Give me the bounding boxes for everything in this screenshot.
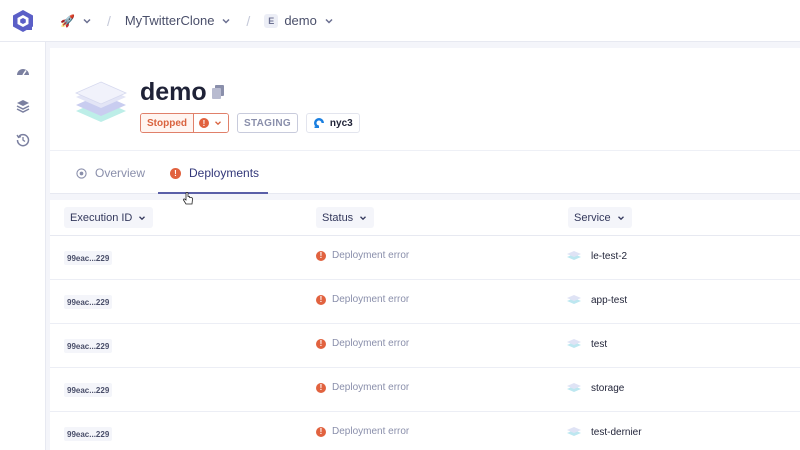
chevron-down-icon — [83, 18, 91, 24]
service-name: storage — [591, 382, 625, 394]
hand-cursor-icon — [183, 192, 193, 205]
table-header: Execution ID Status Service — [50, 200, 800, 236]
service-name: app-test — [591, 294, 628, 306]
table-row[interactable]: 99eac...229 ! Deployment error test — [50, 324, 800, 368]
error-icon: ! — [316, 426, 326, 437]
table-row[interactable]: 99eac...229 ! Deployment error le-test-2 — [50, 236, 800, 280]
table-row[interactable]: 99eac...229 ! Deployment error test-dern… — [50, 412, 800, 450]
chevron-down-icon — [617, 215, 624, 220]
environment-selector[interactable]: E demo — [264, 13, 335, 28]
status-cell: ! Deployment error — [316, 294, 409, 305]
service-name: test-dernier — [591, 426, 642, 438]
region-label: nyc3 — [329, 117, 353, 129]
service-cell[interactable]: le-test-2 — [566, 250, 627, 262]
main-content: demo Stopped ! STAGING nyc3 Overview ! D… — [46, 42, 800, 450]
service-cell[interactable]: app-test — [566, 294, 627, 306]
region-badge: nyc3 — [305, 113, 360, 133]
error-icon: ! — [316, 382, 326, 393]
service-icon — [567, 383, 581, 392]
env-name: demo — [284, 13, 317, 28]
error-icon: ! — [316, 294, 326, 305]
project-name: MyTwitterClone — [124, 13, 215, 28]
service-icon — [567, 295, 581, 304]
breadcrumb-separator: / — [106, 12, 111, 29]
service-icon — [567, 251, 581, 260]
tab-label: Deployments — [189, 166, 260, 180]
service-icon — [567, 339, 581, 348]
chevron-down-icon — [360, 215, 367, 220]
gauge-icon[interactable] — [15, 64, 31, 80]
status-badge: Stopped ! — [140, 113, 229, 133]
status-text: Deployment error — [332, 426, 410, 437]
execution-id[interactable]: 99eac...229 — [64, 251, 113, 265]
status-cell: ! Deployment error — [316, 382, 409, 393]
digitalocean-icon — [313, 118, 324, 128]
error-icon: ! — [316, 250, 326, 261]
error-icon: ! — [170, 167, 181, 179]
environment-stack-icon — [75, 81, 127, 122]
execution-id[interactable]: 99eac...229 — [64, 383, 113, 397]
chevron-down-icon — [215, 121, 221, 126]
status-text: Deployment error — [332, 250, 410, 261]
service-icon — [567, 427, 581, 436]
active-tab-indicator — [158, 192, 268, 194]
chevron-down-icon — [222, 18, 230, 24]
environment-header: demo Stopped ! STAGING nyc3 — [50, 48, 800, 150]
copy-icon[interactable] — [210, 84, 226, 100]
service-cell[interactable]: storage — [566, 382, 624, 394]
column-header-execution-id[interactable]: Execution ID — [64, 207, 154, 228]
status-dropdown[interactable]: ! — [194, 114, 228, 132]
column-header-status[interactable]: Status — [316, 207, 375, 228]
service-cell[interactable]: test — [566, 338, 607, 350]
mode-badge: STAGING — [237, 113, 298, 133]
status-text: Deployment error — [332, 338, 410, 349]
table-row[interactable]: 99eac...229 ! Deployment error app-test — [50, 280, 800, 324]
environment-title: demo — [140, 78, 207, 106]
tab-deployments[interactable]: ! Deployments — [170, 151, 259, 195]
sidebar — [0, 42, 46, 450]
org-selector[interactable]: 🚀 — [60, 14, 93, 28]
breadcrumb-separator: / — [246, 12, 251, 29]
table-row[interactable]: 99eac...229 ! Deployment error storage — [50, 368, 800, 412]
deployments-table: Execution ID Status Service 99eac...229 … — [50, 200, 800, 450]
environment-badges: Stopped ! STAGING nyc3 — [140, 113, 360, 133]
service-name: test — [591, 338, 608, 350]
logo-icon — [13, 9, 33, 32]
chevron-down-icon — [325, 18, 333, 24]
tab-label: Overview — [95, 166, 146, 180]
column-label: Execution ID — [70, 211, 133, 224]
tab-overview[interactable]: Overview — [76, 151, 145, 195]
chevron-down-icon — [139, 215, 146, 220]
env-letter-badge: E — [264, 13, 279, 28]
status-cell: ! Deployment error — [316, 338, 409, 349]
column-label: Status — [322, 211, 354, 224]
org-emoji: 🚀 — [60, 13, 75, 28]
execution-id[interactable]: 99eac...229 — [64, 339, 113, 353]
error-icon: ! — [199, 118, 209, 128]
history-icon[interactable] — [15, 132, 31, 148]
tab-bar: Overview ! Deployments — [50, 150, 800, 194]
column-label: Service — [574, 211, 611, 224]
error-icon: ! — [316, 338, 326, 349]
app-logo[interactable] — [0, 0, 46, 42]
column-header-service[interactable]: Service — [568, 207, 632, 228]
status-cell: ! Deployment error — [316, 250, 409, 261]
service-cell[interactable]: test-dernier — [566, 426, 642, 438]
top-bar: 🚀 / MyTwitterClone / E demo — [0, 0, 800, 42]
execution-id[interactable]: 99eac...229 — [64, 295, 113, 309]
overview-icon — [76, 167, 87, 179]
layers-icon[interactable] — [15, 98, 31, 114]
status-text: Deployment error — [332, 382, 410, 393]
execution-id[interactable]: 99eac...229 — [64, 427, 113, 441]
status-cell: ! Deployment error — [316, 426, 409, 437]
status-label: Stopped — [141, 114, 194, 132]
status-text: Deployment error — [332, 294, 410, 305]
project-selector[interactable]: MyTwitterClone — [125, 13, 233, 28]
service-name: le-test-2 — [591, 250, 628, 262]
